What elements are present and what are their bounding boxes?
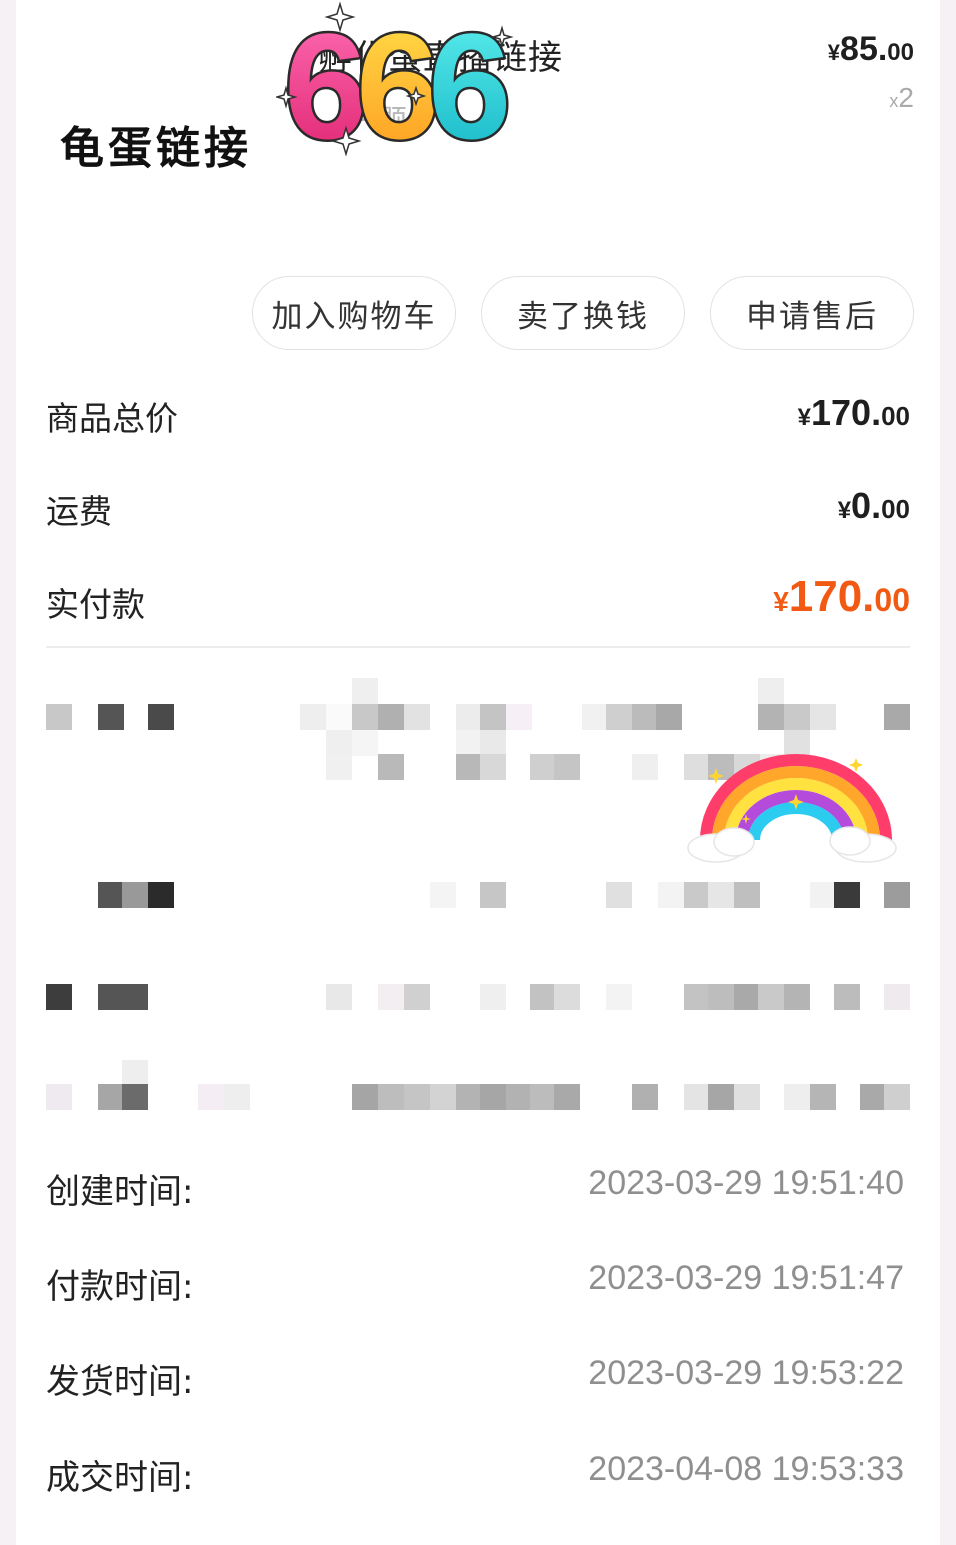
- rainbow-sticker: [687, 754, 897, 863]
- paid-time-label: 付款时间:: [46, 1267, 194, 1307]
- shipping-label: 运费: [46, 492, 112, 531]
- price-decimal: 00: [887, 39, 914, 66]
- currency-symbol: ¥: [773, 586, 789, 617]
- section-divider: [46, 646, 910, 648]
- sell-for-cash-button[interactable]: 卖了换钱: [481, 276, 685, 350]
- 666-sticker: 666 6 6 6: [276, 0, 514, 165]
- svg-text:6: 6: [428, 2, 511, 165]
- svg-text:6: 6: [356, 2, 439, 165]
- paid-amount-value: ¥170.00: [773, 572, 910, 622]
- created-time-label: 创建时间:: [46, 1172, 194, 1212]
- amount-integer: 170.: [811, 392, 882, 433]
- amount-decimal: 00: [874, 582, 910, 618]
- product-unit-price: ¥85.00: [828, 30, 914, 69]
- quantity-value: 2: [898, 82, 914, 113]
- amount-decimal: 00: [881, 401, 910, 431]
- shipped-time-value: 2023-03-29 19:53:22: [588, 1354, 904, 1392]
- currency-symbol: ¥: [797, 404, 811, 431]
- completed-time-value: 2023-04-08 19:53:33: [588, 1450, 904, 1488]
- completed-time-label: 成交时间:: [46, 1458, 194, 1498]
- add-to-cart-button[interactable]: 加入购物车: [252, 276, 456, 350]
- handwritten-sticker: 龟蛋链接: [60, 123, 252, 174]
- goods-total-value: ¥170.00: [798, 392, 910, 434]
- currency-symbol: ¥: [837, 497, 852, 524]
- paid-time-value: 2023-03-29 19:51:47: [588, 1259, 904, 1297]
- price-integer: 85.: [840, 30, 888, 68]
- shipping-value: ¥0.00: [838, 485, 910, 527]
- product-quantity: x2: [889, 82, 914, 114]
- amount-integer: 0.: [851, 485, 882, 526]
- currency-symbol: ¥: [827, 40, 841, 65]
- after-sales-button[interactable]: 申请售后: [710, 276, 914, 350]
- created-time-value: 2023-03-29 19:51:40: [588, 1164, 904, 1202]
- amount-decimal: 00: [881, 494, 910, 524]
- paid-amount-label: 实付款: [46, 585, 145, 624]
- goods-total-label: 商品总价: [46, 399, 178, 438]
- amount-integer: 170.: [788, 572, 875, 621]
- shipped-time-label: 发货时间:: [46, 1362, 194, 1402]
